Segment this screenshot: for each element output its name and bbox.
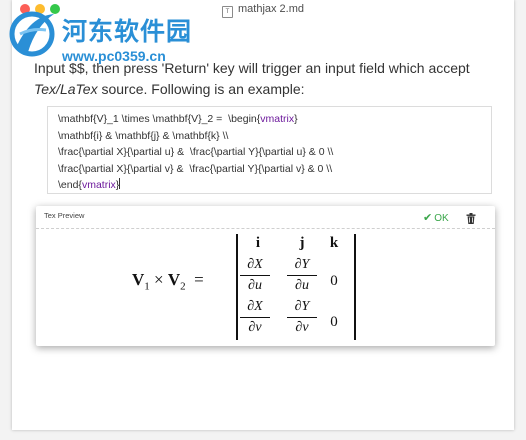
determinant-right-bar	[354, 234, 356, 340]
ok-label: OK	[434, 213, 449, 224]
matrix-cell-zero: 0	[330, 314, 338, 330]
matrix-cell-i: i	[255, 235, 261, 251]
fraction-dy-du: ∂Y ∂u	[287, 257, 317, 294]
code-line: \mathbf{V}_1 \times \mathbf{V}_2 = \begi…	[58, 113, 298, 125]
fraction-dx-dv: ∂X ∂v	[240, 299, 270, 336]
matrix-cell-j: j	[299, 235, 305, 251]
rendered-equation: V1 × V2 = i j k ∂X ∂u ∂Y ∂u 0 ∂X ∂v ∂Y ∂v	[36, 228, 495, 346]
watermark-text: 河东软件园	[62, 17, 193, 46]
fraction-dx-du: ∂X ∂u	[240, 257, 270, 294]
trash-icon[interactable]	[466, 211, 476, 229]
determinant-left-bar	[236, 234, 238, 340]
window-title: mathjax 2.md	[237, 3, 305, 15]
watermark-logo	[9, 11, 55, 57]
watermark: 河东软件园 www.pc0359.cn	[0, 0, 240, 70]
preview-header: Tex Preview ✔ OK	[36, 206, 495, 229]
code-line: \mathbf{i} & \mathbf{j} & \mathbf{k} \\	[58, 129, 229, 142]
text-cursor	[119, 178, 121, 189]
fraction-dy-dv: ∂Y ∂v	[287, 299, 317, 336]
intro-line-2: source. Following is an example:	[97, 81, 305, 97]
intro-italic: Tex/LaTex	[34, 81, 98, 97]
tex-source-editor[interactable]: \mathbf{V}_1 \times \mathbf{V}_2 = \begi…	[47, 106, 492, 194]
preview-title: Tex Preview	[44, 211, 85, 220]
tex-preview-popover: Tex Preview ✔ OK V1 × V2 = i j k ∂X ∂u ∂…	[36, 206, 495, 346]
matrix-cell-zero: 0	[330, 273, 338, 289]
code-line: \end{vmatrix}	[58, 178, 121, 191]
code-line: \frac{\partial X}{\partial v} & \frac{\p…	[58, 162, 333, 175]
watermark-url: www.pc0359.cn	[62, 48, 166, 64]
code-line: \frac{\partial X}{\partial u} & \frac{\p…	[58, 146, 334, 158]
check-icon: ✔	[423, 212, 433, 224]
equation-lhs: V1 × V2 =	[132, 270, 204, 293]
matrix-cell-k: k	[329, 235, 339, 251]
ok-button[interactable]: ✔ OK	[423, 211, 449, 224]
